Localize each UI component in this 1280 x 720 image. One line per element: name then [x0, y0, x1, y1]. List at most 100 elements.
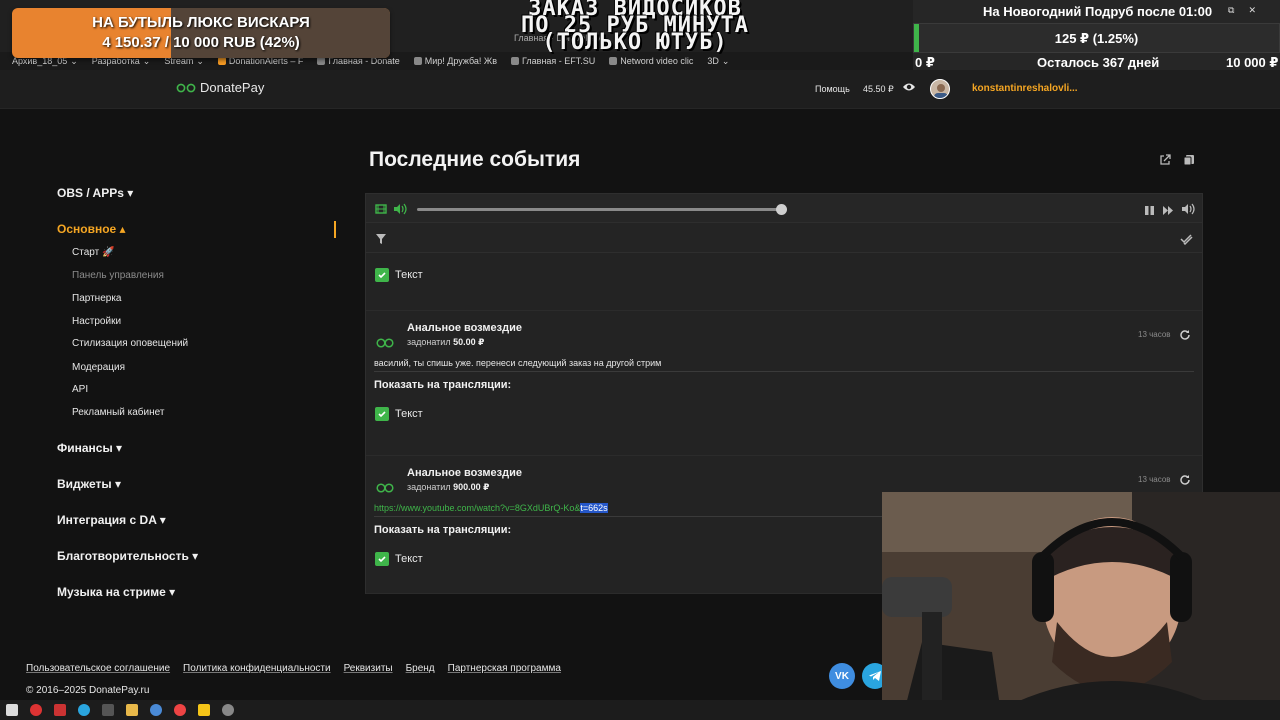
volume-icon[interactable] [393, 202, 407, 220]
show-text-checkbox[interactable]: Текст [375, 407, 423, 421]
donation-amount: задонатил 900.00 ₽ [407, 482, 490, 492]
logo-text: DonatePay [200, 80, 265, 95]
mark-all-read-icon[interactable] [1180, 232, 1193, 250]
page-title: Последние события [369, 148, 581, 171]
donation-message: василий, ты спишь уже. перенеси следующи… [374, 358, 662, 368]
bookmark-item[interactable]: Главная - EFT.SU [511, 56, 595, 66]
app-icon[interactable] [54, 704, 66, 716]
secondary-goal-bar: 125 ₽ (1.25%) [913, 23, 1280, 53]
sidebar-section-main[interactable]: Основное ▴ [57, 222, 126, 236]
sidebar-item-ad-cabinet[interactable]: Рекламный кабинет [72, 407, 164, 418]
balance: 45.50 ₽ [863, 84, 894, 94]
film-icon[interactable] [375, 202, 387, 220]
external-link-icon[interactable] [1159, 153, 1171, 171]
event-time: 13 часов [1138, 475, 1171, 484]
donor-name: Анальное возмездие [407, 322, 522, 334]
bookmark-item[interactable]: Мир! Дружба! Жв [413, 56, 497, 66]
selected-text: t=662s [580, 503, 608, 513]
avatar[interactable] [930, 79, 950, 99]
show-on-stream-label: Показать на трансляции: [374, 524, 512, 536]
secondary-goal-amount: 125 ₽ (1.25%) [1054, 31, 1139, 46]
sidebar-item-start[interactable]: Старт 🚀 [72, 247, 114, 258]
sidebar-item-settings[interactable]: Настройки [72, 316, 121, 327]
copy-icon[interactable] [1183, 153, 1195, 171]
sidebar-section-obs[interactable]: OBS / APPs ▾ [57, 186, 133, 200]
headline-line: (ТОЛЬКО ЮТУБ) [542, 30, 728, 55]
volume-icon[interactable] [1181, 202, 1195, 220]
replay-icon[interactable] [1179, 328, 1191, 346]
secondary-goal-title: На Новогодний Подруб после 01:00 [983, 4, 1213, 19]
show-text-checkbox[interactable]: Текст [375, 552, 423, 566]
sidebar-section-music[interactable]: Музыка на стриме ▾ [57, 585, 175, 599]
taskbar [0, 700, 1280, 720]
check-icon [375, 407, 389, 421]
sidebar-item-alert-styling[interactable]: Стилизация оповещений [72, 338, 188, 349]
donation-link[interactable]: https://www.youtube.com/watch?v=8GXdUBrQ… [374, 503, 608, 513]
browser-chrome: Главная · DonatePay Архив_18_05 ⌄ Разрабо… [0, 0, 1280, 70]
secondary-goal-min: 0 ₽ [915, 55, 935, 70]
app-icon[interactable] [102, 704, 114, 716]
chrome-icon[interactable] [174, 704, 186, 716]
eye-icon[interactable] [902, 80, 916, 98]
media-player-bar [366, 194, 1202, 223]
webcam-image [882, 492, 1280, 720]
vk-icon[interactable]: VK [829, 663, 855, 689]
app-icon[interactable] [150, 704, 162, 716]
sidebar-section-finance[interactable]: Финансы ▾ [57, 441, 122, 455]
favicon-icon [511, 57, 520, 65]
event-card: Анальное возмездие задонатил 50.00 ₽ 13 … [366, 312, 1202, 456]
goal-progress-text: 4 150.37 / 10 000 RUB (42%) [102, 34, 300, 51]
show-on-stream-label: Показать на трансляции: [374, 379, 512, 391]
chevron-down-icon: ⌄ [721, 55, 730, 66]
bookmark-item[interactable]: Netword video clic [609, 56, 693, 66]
sidebar-item-api[interactable]: API [72, 384, 88, 395]
restore-icon[interactable]: ⧉ [1228, 5, 1234, 16]
footer-link-privacy[interactable]: Политика конфиденциальности [183, 663, 331, 674]
help-link[interactable]: Помощь [815, 84, 850, 94]
username[interactable]: konstantinreshalovli... [972, 83, 1078, 94]
favicon-icon [413, 57, 422, 65]
progress-slider-handle[interactable] [776, 204, 787, 215]
copyright: © 2016–2025 DonatePay.ru [26, 685, 150, 696]
donatepay-logo-icon [176, 83, 196, 92]
secondary-goal-remaining: Осталось 367 дней [1037, 55, 1160, 70]
bookmark-item[interactable]: 3D ⌄ [707, 56, 729, 67]
yandex-browser-icon[interactable] [30, 704, 42, 716]
checkbox-label: Текст [395, 408, 423, 420]
filter-icon[interactable] [375, 232, 387, 250]
obs-icon[interactable] [222, 704, 234, 716]
app-icon[interactable] [198, 704, 210, 716]
title-actions [1159, 153, 1195, 171]
close-icon[interactable]: ✕ [1248, 5, 1256, 16]
sidebar-section-widgets[interactable]: Виджеты ▾ [57, 477, 121, 491]
footer-link-terms[interactable]: Пользовательское соглашение [26, 663, 170, 674]
sidebar-item-dashboard[interactable]: Панель управления [72, 270, 164, 281]
windows-start-icon[interactable] [6, 704, 18, 716]
secondary-goal-widget: На Новогодний Подруб после 01:00 125 ₽ (… [913, 0, 1280, 70]
footer-link-requisites[interactable]: Реквизиты [344, 663, 393, 674]
skip-forward-icon[interactable] [1162, 203, 1174, 221]
sidebar-item-moderation[interactable]: Модерация [72, 362, 125, 373]
show-text-checkbox[interactable]: Текст [375, 268, 423, 282]
donor-name: Анальное возмездие [407, 467, 522, 479]
replay-icon[interactable] [1179, 473, 1191, 491]
footer-link-brand[interactable]: Бренд [406, 663, 435, 674]
logo[interactable]: DonatePay [176, 80, 264, 95]
check-icon [375, 268, 389, 282]
footer-links: Пользовательское соглашение Политика кон… [26, 663, 561, 674]
event-card: Текст [366, 253, 1202, 340]
sidebar-section-charity[interactable]: Благотворительность ▾ [57, 549, 198, 563]
sidebar-item-partners[interactable]: Партнерка [72, 293, 121, 304]
donatepay-logo-icon [376, 338, 394, 348]
filter-bar [366, 223, 1202, 253]
sidebar-active-indicator [334, 221, 336, 238]
event-time: 13 часов [1138, 330, 1171, 339]
telegram-icon[interactable] [78, 704, 90, 716]
footer-link-partner-program[interactable]: Партнерская программа [448, 663, 561, 674]
donation-amount: задонатил 50.00 ₽ [407, 337, 485, 347]
progress-track[interactable] [417, 208, 781, 211]
pause-icon[interactable] [1144, 203, 1155, 221]
folder-icon[interactable] [126, 704, 138, 716]
goal-title: НА БУТЫЛЬ ЛЮКС ВИСКАРЯ [92, 14, 310, 31]
sidebar-section-da-integration[interactable]: Интеграция с DA ▾ [57, 513, 166, 527]
